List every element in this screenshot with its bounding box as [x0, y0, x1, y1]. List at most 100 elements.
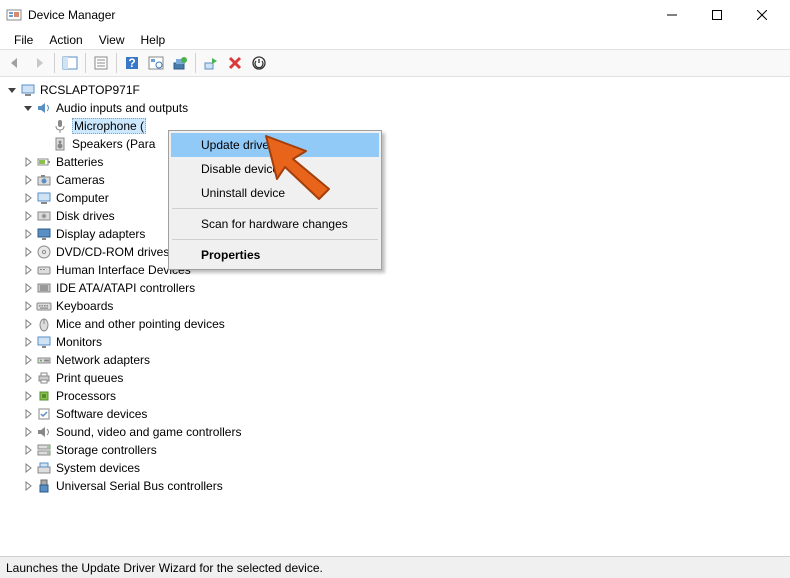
tree-category-ide-ata-atapi-controllers[interactable]: IDE ATA/ATAPI controllers	[4, 279, 790, 297]
monitor-icon	[36, 334, 52, 350]
maximize-button[interactable]	[694, 0, 739, 30]
menu-help[interactable]: Help	[133, 32, 174, 48]
tree-category-storage-controllers[interactable]: Storage controllers	[4, 441, 790, 459]
tree-category-universal-serial-bus-controllers[interactable]: Universal Serial Bus controllers	[4, 477, 790, 495]
keyboard-icon	[36, 298, 52, 314]
menu-view[interactable]: View	[91, 32, 133, 48]
tree-category-display-adapters[interactable]: Display adapters	[4, 225, 790, 243]
expander-closed-icon[interactable]	[20, 280, 36, 296]
disable-device-button[interactable]	[248, 52, 270, 74]
tree-category-mice-and-other-pointing-devices[interactable]: Mice and other pointing devices	[4, 315, 790, 333]
printer-icon	[36, 370, 52, 386]
network-icon	[36, 352, 52, 368]
device-tree[interactable]: RCSLAPTOP971F Audio inputs and outputs Mic…	[0, 77, 790, 548]
tree-category-disk-drives[interactable]: Disk drives	[4, 207, 790, 225]
tree-category-processors[interactable]: Processors	[4, 387, 790, 405]
context-menu: Update driver Disable device Uninstall d…	[168, 130, 382, 270]
tree-category-monitors[interactable]: Monitors	[4, 333, 790, 351]
forward-button[interactable]	[28, 52, 50, 74]
menubar: File Action View Help	[0, 30, 790, 49]
tree-label: Sound, video and game controllers	[56, 425, 241, 439]
tree-category-network-adapters[interactable]: Network adapters	[4, 351, 790, 369]
tree-category-software-devices[interactable]: Software devices	[4, 405, 790, 423]
battery-icon	[36, 154, 52, 170]
expander-closed-icon[interactable]	[20, 478, 36, 494]
audio-icon	[36, 100, 52, 116]
context-menu-properties[interactable]: Properties	[171, 243, 379, 267]
expander-closed-icon[interactable]	[20, 406, 36, 422]
expander-open-icon[interactable]	[4, 82, 20, 98]
tree-category-system-devices[interactable]: System devices	[4, 459, 790, 477]
expander-closed-icon[interactable]	[20, 154, 36, 170]
tree-label: Batteries	[56, 155, 103, 169]
show-hide-console-tree-button[interactable]	[59, 52, 81, 74]
minimize-button[interactable]	[649, 0, 694, 30]
expander-closed-icon[interactable]	[20, 442, 36, 458]
computer-icon	[36, 190, 52, 206]
tree-category-print-queues[interactable]: Print queues	[4, 369, 790, 387]
tree-root[interactable]: RCSLAPTOP971F	[4, 81, 790, 99]
software-icon	[36, 406, 52, 422]
display-icon	[36, 226, 52, 242]
speaker-icon	[52, 136, 68, 152]
tree-label: Audio inputs and outputs	[56, 101, 188, 115]
app-icon	[6, 7, 22, 23]
tree-category-computer[interactable]: Computer	[4, 189, 790, 207]
tree-category-dvd-cd-rom-drives[interactable]: DVD/CD-ROM drives	[4, 243, 790, 261]
expander-closed-icon[interactable]	[20, 460, 36, 476]
expander-open-icon[interactable]	[20, 100, 36, 116]
tree-label: Keyboards	[56, 299, 113, 313]
menu-action[interactable]: Action	[41, 32, 90, 48]
expander-closed-icon[interactable]	[20, 424, 36, 440]
expander-closed-icon[interactable]	[20, 190, 36, 206]
usb-icon	[36, 478, 52, 494]
tree-item-microphone[interactable]: Microphone (	[4, 117, 790, 135]
tree-label: Network adapters	[56, 353, 150, 367]
ide-icon	[36, 280, 52, 296]
tree-label: Speakers (Para	[72, 137, 155, 151]
expander-closed-icon[interactable]	[20, 316, 36, 332]
uninstall-device-button[interactable]	[224, 52, 246, 74]
expander-closed-icon[interactable]	[20, 388, 36, 404]
expander-closed-icon[interactable]	[20, 208, 36, 224]
tree-label: Microphone (	[72, 118, 146, 134]
tree-category-keyboards[interactable]: Keyboards	[4, 297, 790, 315]
tree-label: Print queues	[56, 371, 123, 385]
enable-device-button[interactable]	[200, 52, 222, 74]
tree-category-audio[interactable]: Audio inputs and outputs	[4, 99, 790, 117]
window-title: Device Manager	[28, 8, 115, 22]
update-driver-toolbar-button[interactable]	[169, 52, 191, 74]
system-icon	[36, 460, 52, 476]
tree-category-batteries[interactable]: Batteries	[4, 153, 790, 171]
svg-text:?: ?	[128, 56, 135, 70]
statusbar: Launches the Update Driver Wizard for th…	[0, 556, 790, 578]
back-button[interactable]	[4, 52, 26, 74]
expander-closed-icon[interactable]	[20, 262, 36, 278]
help-button[interactable]: ?	[121, 52, 143, 74]
tree-label: System devices	[56, 461, 140, 475]
context-menu-uninstall-device[interactable]: Uninstall device	[171, 181, 379, 205]
tree-category-human-interface-devices[interactable]: Human Interface Devices	[4, 261, 790, 279]
menu-file[interactable]: File	[6, 32, 41, 48]
expander-closed-icon[interactable]	[20, 172, 36, 188]
expander-closed-icon[interactable]	[20, 298, 36, 314]
expander-closed-icon[interactable]	[20, 334, 36, 350]
context-menu-disable-device[interactable]: Disable device	[171, 157, 379, 181]
expander-closed-icon[interactable]	[20, 352, 36, 368]
cpu-icon	[36, 388, 52, 404]
context-menu-scan-hardware[interactable]: Scan for hardware changes	[171, 212, 379, 236]
tree-category-sound-video-and-game-controllers[interactable]: Sound, video and game controllers	[4, 423, 790, 441]
expander-closed-icon[interactable]	[20, 226, 36, 242]
camera-icon	[36, 172, 52, 188]
expander-closed-icon[interactable]	[20, 244, 36, 260]
close-button[interactable]	[739, 0, 784, 30]
context-menu-update-driver[interactable]: Update driver	[171, 133, 379, 157]
tree-category-cameras[interactable]: Cameras	[4, 171, 790, 189]
scan-hardware-button[interactable]	[145, 52, 167, 74]
titlebar: Device Manager	[0, 0, 790, 30]
expander-closed-icon[interactable]	[20, 370, 36, 386]
computer-icon	[20, 82, 36, 98]
tree-label: Display adapters	[56, 227, 145, 241]
properties-button[interactable]	[90, 52, 112, 74]
tree-item-speakers[interactable]: Speakers (Para	[4, 135, 790, 153]
